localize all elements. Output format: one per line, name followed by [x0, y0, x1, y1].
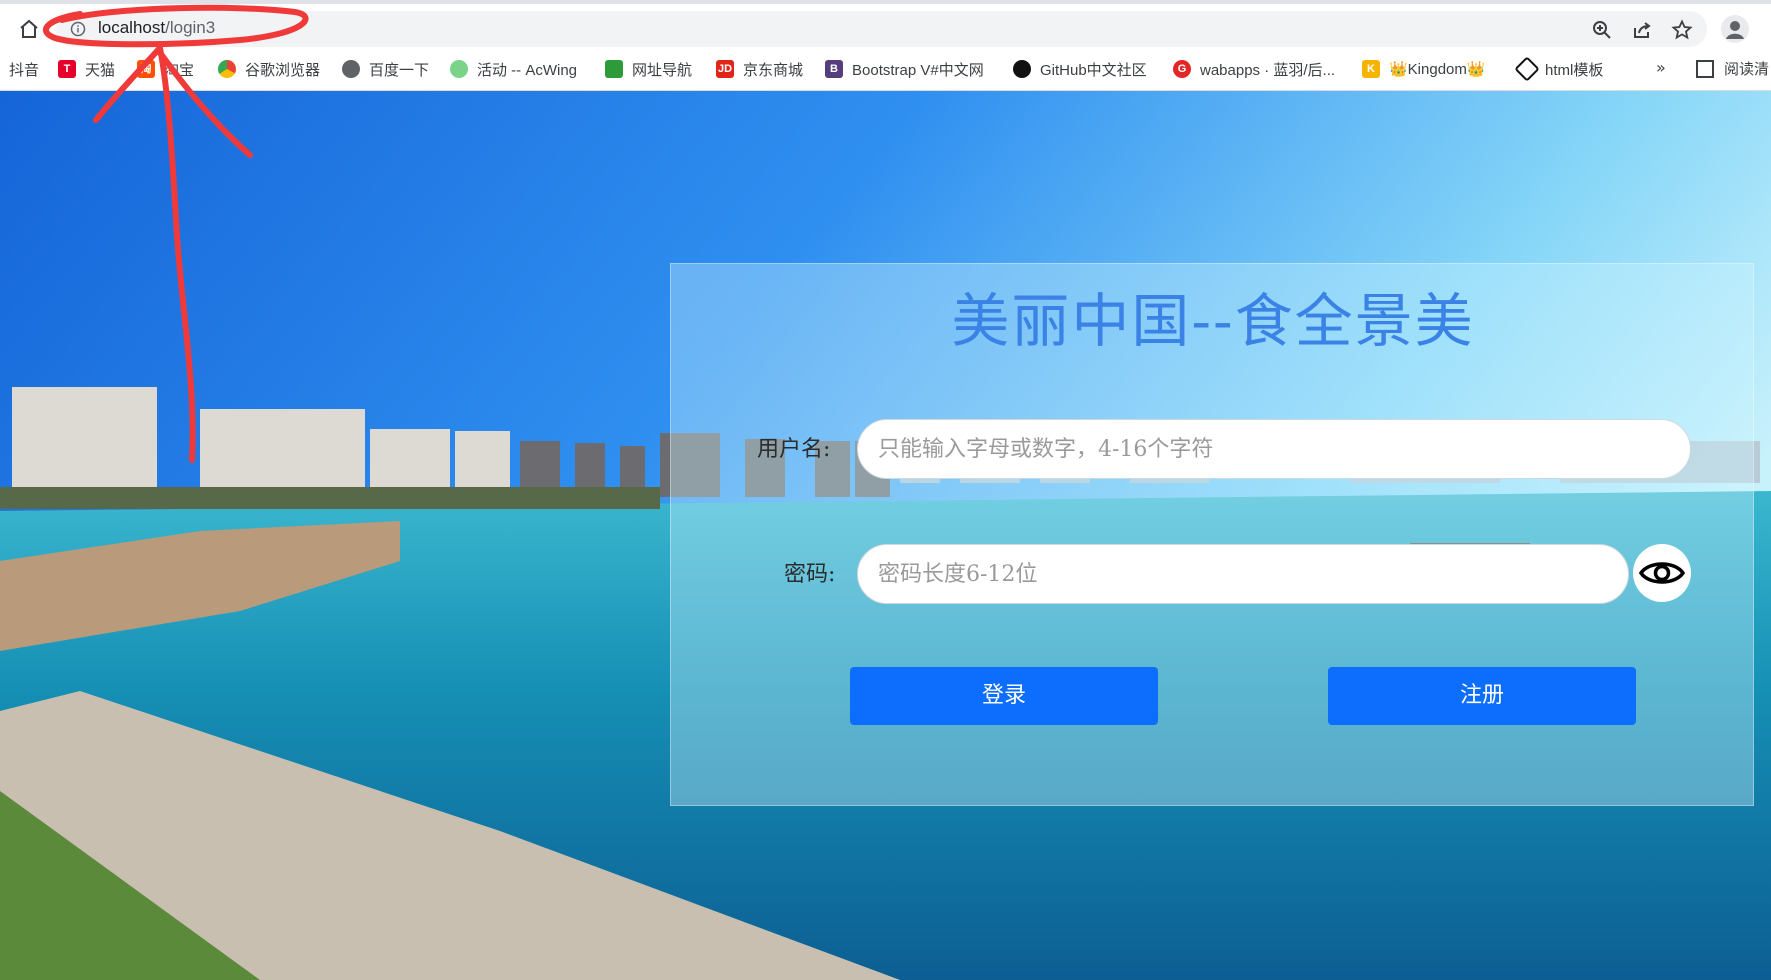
bookmark-bootstrap[interactable]: B Bootstrap V#中文网 [825, 58, 984, 80]
bookmark-github[interactable]: GitHub中文社区 [1013, 58, 1147, 80]
bookmark-jd[interactable]: JD 京东商城 [716, 58, 803, 80]
login-button[interactable]: 登录 [850, 667, 1158, 725]
bookmark-label: 天猫 [85, 61, 116, 79]
acwing-icon [450, 60, 468, 78]
bookmark-acwing[interactable]: 活动 -- AcWing [450, 58, 577, 80]
bookmark-label: 活动 -- AcWing [477, 61, 578, 79]
bookmark-label: 网址导航 [632, 61, 693, 79]
github-icon [1013, 60, 1031, 78]
reading-list-label: 阅读清 [1724, 60, 1770, 78]
url-path: /login3 [165, 18, 216, 37]
bookmark-label: Bootstrap V#中文网 [852, 61, 984, 79]
bookmark-label: 👑Kingdom👑 [1389, 61, 1486, 78]
profile-avatar-icon[interactable] [1721, 15, 1749, 43]
eye-icon [1638, 562, 1686, 584]
globe-icon [342, 60, 360, 78]
bookmarks-overflow-button[interactable]: » [1656, 58, 1666, 77]
bookmark-chrome[interactable]: 谷歌浏览器 [218, 58, 320, 80]
page-title: 美丽中国--食全景美 [951, 287, 1475, 355]
codepen-icon [1514, 56, 1540, 82]
bookmark-label: wabapps · 蓝羽/后... [1200, 61, 1336, 79]
taobao-icon: 淘 [137, 60, 155, 78]
bookmark-label: html模板 [1545, 61, 1604, 79]
kingdom-icon: K [1362, 60, 1380, 78]
address-bar[interactable]: localhost/login3 [56, 11, 1707, 47]
bookmark-label: 淘宝 [164, 61, 195, 79]
bookmark-taobao[interactable]: 淘淘宝 [137, 58, 194, 80]
bookmark-html-templates[interactable]: html模板 [1514, 56, 1604, 82]
share-icon[interactable] [1631, 19, 1653, 41]
browser-toolbar: localhost/login3 [0, 0, 1771, 50]
bookmark-douyin[interactable]: 抖音 [9, 58, 39, 80]
bookmarks-bar: 抖音 T 天猫 淘淘宝 谷歌浏览器 百度一下 活动 -- AcWing 网址导航 … [0, 50, 1771, 91]
tmall-icon: T [58, 60, 76, 78]
star-icon[interactable] [1671, 19, 1693, 41]
bookmark-label: 抖音 [9, 61, 40, 79]
bookmark-label: 谷歌浏览器 [245, 61, 321, 79]
reading-list-icon [1696, 59, 1714, 78]
url-host: localhost [98, 18, 166, 37]
bookmark-label: 百度一下 [369, 61, 430, 79]
zoom-icon[interactable] [1591, 19, 1613, 41]
username-label: 用户名: [757, 437, 831, 462]
url-text: localhost/login3 [98, 18, 215, 38]
jd-icon: JD [716, 60, 734, 78]
password-label: 密码: [784, 562, 836, 587]
password-input[interactable] [857, 544, 1629, 604]
login-panel: 美丽中国--食全景美 用户名: 密码: 登录 注册 [670, 263, 1754, 806]
reading-list-button[interactable]: 阅读清 [1696, 58, 1769, 79]
bookmark-label: GitHub中文社区 [1040, 61, 1147, 79]
bookmark-tmall[interactable]: T 天猫 [58, 58, 115, 80]
bookmark-kingdom[interactable]: K 👑Kingdom👑 [1362, 58, 1486, 80]
bookmark-2345[interactable]: 网址导航 [605, 58, 692, 80]
wabapps-icon: G [1173, 60, 1191, 78]
home-icon[interactable] [16, 16, 42, 42]
chrome-icon [218, 60, 236, 78]
bookmark-wabapps[interactable]: Gwabapps · 蓝羽/后... [1173, 58, 1335, 80]
bookmark-baidu[interactable]: 百度一下 [342, 58, 429, 80]
bootstrap-icon: B [825, 60, 843, 78]
2345-icon [605, 60, 623, 78]
show-password-button[interactable] [1633, 544, 1691, 602]
bookmark-label: 京东商城 [743, 61, 804, 79]
site-info-icon[interactable] [70, 21, 86, 37]
register-button[interactable]: 注册 [1328, 667, 1636, 725]
username-input[interactable] [857, 419, 1691, 479]
